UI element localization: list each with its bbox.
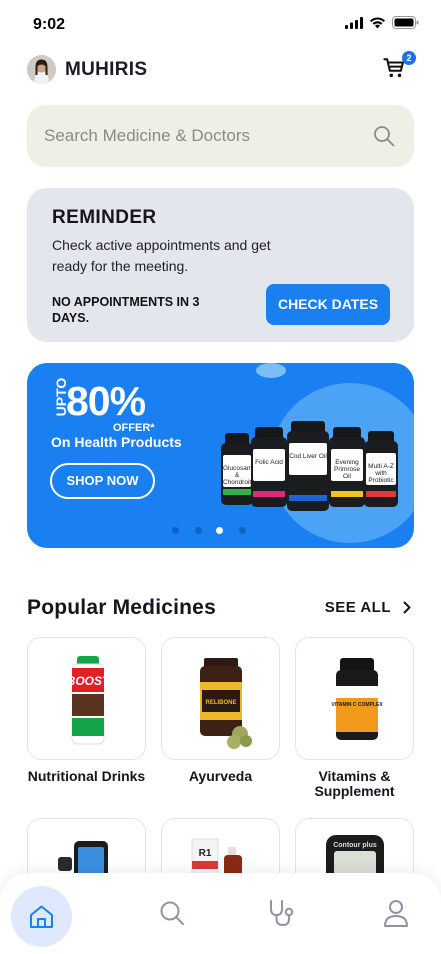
cellular-signal-icon: [345, 16, 363, 29]
section-title: Popular Medicines: [27, 596, 216, 619]
promo-product-bottle: Glucosamine & Chondroitin: [221, 433, 261, 505]
nav-search[interactable]: [142, 883, 202, 943]
check-dates-button[interactable]: CHECK DATES: [266, 284, 390, 325]
boost-product-text: BOOST: [67, 674, 111, 688]
cart-count-badge: 2: [402, 51, 416, 65]
category-label: Vitamins & Supplement: [314, 768, 395, 799]
carousel-dot-active[interactable]: [216, 527, 223, 534]
promo-product-bottle: Cod Liver Oil: [287, 421, 329, 511]
ayurveda-product-text: RELIBONE: [205, 700, 236, 706]
promo-banner[interactable]: UPTO 80% OFFER* On Health Products SHOP …: [27, 363, 414, 548]
vitamin-bottle-image: VITAMIN C COMPLEX: [331, 658, 383, 740]
status-icons: [345, 16, 419, 29]
bottom-nav: [0, 873, 441, 954]
homeopathy-bottles-icon: R1: [191, 838, 242, 890]
glucometer-icon: Contour plus: [326, 835, 384, 891]
avatar[interactable]: [27, 55, 56, 84]
promo-percent: 80%: [66, 378, 146, 424]
header: MUHIRIS 2: [27, 51, 417, 85]
reminder-card: REMINDER Check active appointments and g…: [27, 188, 414, 342]
search-input[interactable]: Search Medicine & Doctors: [44, 126, 250, 146]
nav-profile[interactable]: [366, 883, 426, 943]
bottle-label: Glucosamine & Chondroitin: [223, 465, 261, 486]
cart-button[interactable]: 2: [383, 51, 416, 83]
vitamin-product-text: VITAMIN C COMPLEX: [331, 702, 383, 708]
glucometer-product-text: Contour plus: [333, 842, 377, 849]
promo-subtitle: On Health Products: [51, 434, 182, 450]
status-bar: 9:02: [0, 0, 441, 50]
ayurveda-jar-image: RELIBONE: [200, 658, 252, 749]
user-name: MUHIRIS: [65, 59, 148, 80]
avatar-photo-icon: [27, 55, 56, 84]
category-card-vitamins-supplement[interactable]: VITAMIN C COMPLEX: [295, 637, 414, 760]
category-card-nutritional-drinks[interactable]: BOOST: [27, 637, 146, 760]
bottle-label: Evening Primrose Oil: [333, 459, 360, 480]
reminder-note: NO APPOINTMENTS IN 3 DAYS.: [52, 295, 200, 325]
see-all-label: SEE ALL: [324, 599, 391, 616]
reminder-description: Check active appointments and get ready …: [52, 237, 271, 274]
battery-icon: [392, 16, 419, 29]
chevron-right-icon: [403, 601, 411, 614]
home-icon: [30, 905, 53, 928]
nav-doctors[interactable]: [252, 883, 312, 943]
promo-offer: OFFER*: [113, 422, 155, 434]
wifi-icon: [370, 16, 385, 28]
category-label: Ayurveda: [188, 768, 253, 784]
boost-bottle-image: BOOST: [67, 656, 111, 745]
promo-product-bottle: Evening Primrose Oil: [329, 427, 365, 507]
carousel-dot[interactable]: [239, 527, 246, 534]
blood-pressure-monitor-icon: [58, 841, 108, 891]
category-card-ayurveda[interactable]: RELIBONE: [161, 637, 280, 760]
carousel-dot[interactable]: [172, 527, 179, 534]
homeopathy-product-text: R1: [199, 848, 212, 859]
search-icon: [160, 901, 184, 925]
shop-now-button[interactable]: SHOP NOW: [50, 463, 155, 499]
nav-home[interactable]: [11, 886, 72, 947]
category-label: Nutritional Drinks: [27, 768, 146, 784]
bottle-label: Folic Acid: [255, 459, 283, 466]
search-bar[interactable]: Search Medicine & Doctors: [27, 105, 414, 167]
stethoscope-icon: [270, 900, 294, 927]
promo-decor-bubble: [256, 363, 286, 378]
see-all-link[interactable]: SEE ALL: [325, 599, 411, 616]
promo-product-bottle: Multi A-Z with Probiotic: [364, 431, 398, 507]
reminder-title: REMINDER: [52, 207, 157, 228]
bottle-label: Cod Liver Oil: [289, 453, 327, 460]
search-icon[interactable]: [372, 124, 396, 148]
carousel-dot[interactable]: [195, 527, 202, 534]
carousel-dots: [168, 525, 258, 535]
bottle-label: Multi A-Z with Probiotic: [368, 463, 394, 484]
promo-product-bottle: Folic Acid: [251, 427, 287, 507]
profile-icon: [384, 900, 408, 927]
status-time: 9:02: [33, 16, 66, 33]
